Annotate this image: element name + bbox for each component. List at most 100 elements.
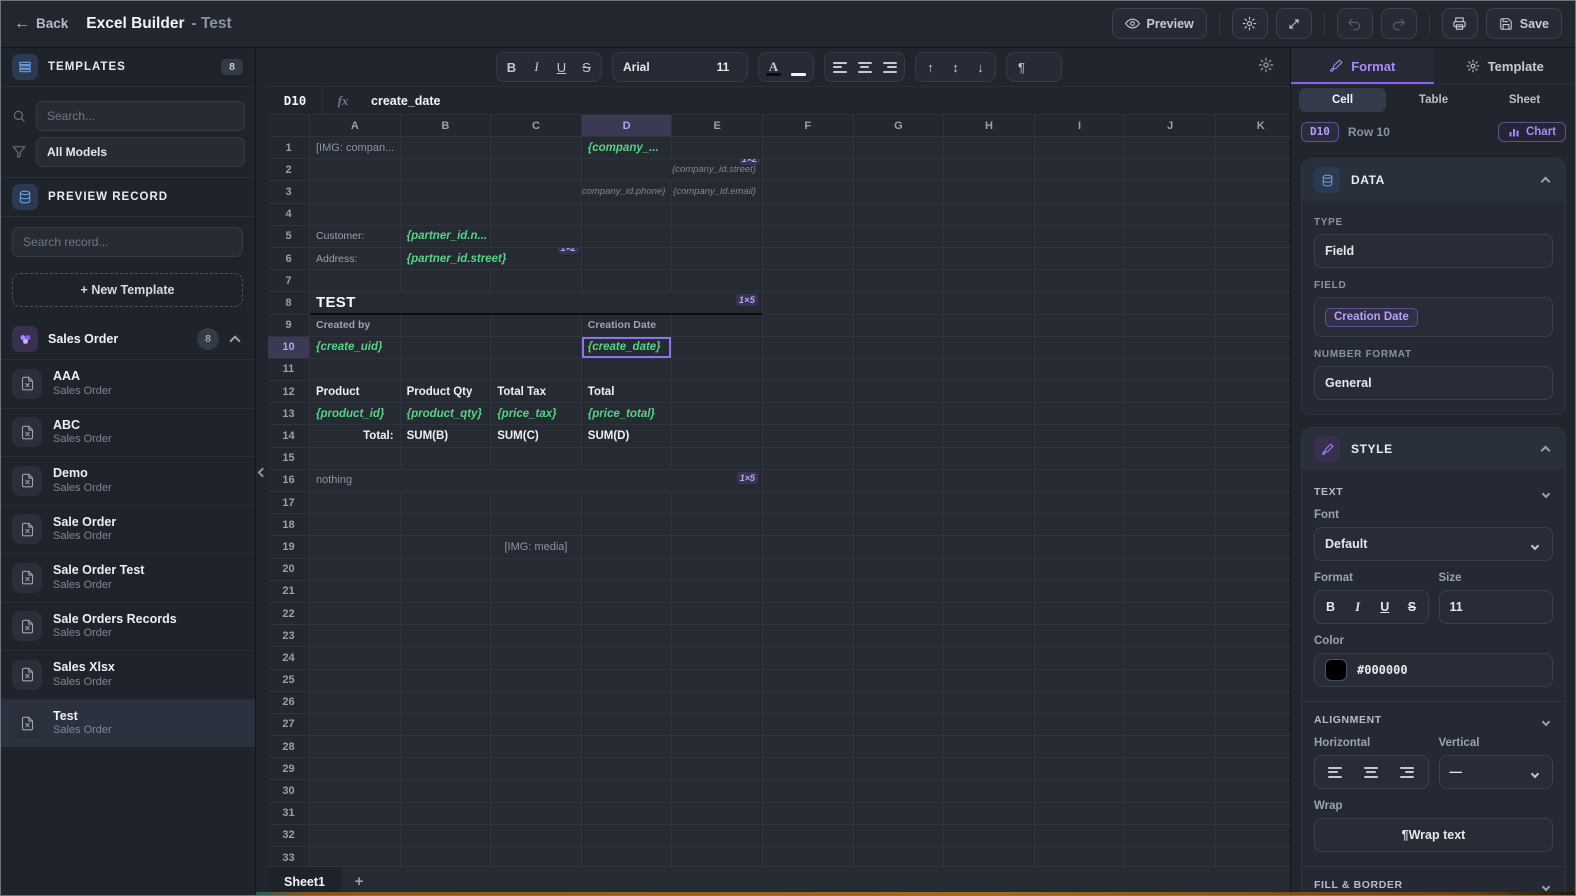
cell-F2[interactable] [762,159,854,182]
cell-E21[interactable] [672,580,763,603]
cell-B27[interactable] [400,713,492,737]
cell-G14[interactable] [853,425,945,448]
cell-E4[interactable] [672,203,763,226]
cell-D3[interactable]: {company_id.phone} [581,181,673,204]
cell-K14[interactable] [1215,425,1290,448]
cell-F10[interactable] [762,336,854,359]
cell-J12[interactable] [1125,381,1216,404]
cell-D26[interactable] [581,691,673,714]
cell-K10[interactable] [1215,336,1290,359]
cell-D11[interactable] [581,358,673,382]
column-header-G[interactable]: G [853,115,945,137]
row-header-19[interactable]: 19 [268,536,310,559]
cell-J33[interactable] [1125,847,1216,866]
cell-G2[interactable] [853,159,945,182]
cell-H31[interactable] [944,802,1035,825]
cell-E22[interactable] [672,602,763,626]
row-header-18[interactable]: 18 [268,514,310,537]
cell-H18[interactable] [944,514,1035,537]
cell-A33[interactable] [310,847,401,866]
cell-D33[interactable] [581,847,673,866]
cell-H20[interactable] [944,558,1035,581]
redo-button[interactable] [1380,8,1417,39]
cell-D15[interactable] [581,447,673,470]
cell-H28[interactable] [944,736,1035,759]
cell-D9[interactable]: Creation Date [581,314,673,337]
cell-B33[interactable] [400,847,492,866]
cell-E20[interactable] [672,558,763,581]
cell-E7[interactable] [672,270,763,293]
bold-button[interactable]: B [1317,593,1344,621]
cell-C32[interactable] [491,824,582,847]
cell-D13[interactable]: {price_total} [581,403,673,426]
cell-B7[interactable] [400,270,492,293]
cell-F3[interactable] [762,181,854,204]
cell-E5[interactable] [672,225,763,248]
cell-H24[interactable] [944,647,1035,670]
cell-D31[interactable] [581,802,673,825]
row-header-2[interactable]: 2 [268,159,310,182]
cell-C11[interactable] [491,358,582,382]
cell-C30[interactable] [491,780,582,803]
cell-H3[interactable] [944,181,1035,204]
print-button[interactable] [1441,8,1478,39]
cell-H19[interactable] [944,536,1035,559]
cell-G8[interactable] [853,292,945,315]
row-header-21[interactable]: 21 [268,580,310,603]
cell-A22[interactable] [310,602,401,626]
cell-G23[interactable] [853,625,945,648]
cell-C15[interactable] [491,447,582,470]
cell-K24[interactable] [1215,647,1290,670]
cell-K30[interactable] [1215,780,1290,803]
cell-K8[interactable] [1215,292,1290,315]
row-header-16[interactable]: 16 [268,469,310,492]
cell-K4[interactable] [1215,203,1290,226]
row-header-1[interactable]: 1 [268,137,310,160]
cell-A6[interactable]: Address: [310,247,401,271]
cell-I33[interactable] [1034,847,1126,866]
cell-H25[interactable] [944,669,1035,692]
cell-G16[interactable] [853,469,945,492]
cell-G32[interactable] [853,824,945,847]
cell-F30[interactable] [762,780,854,803]
cell-B2[interactable] [400,159,492,182]
cell-I30[interactable] [1034,780,1126,803]
cell-K28[interactable] [1215,736,1290,759]
cell-C5[interactable] [491,225,582,248]
cell-H12[interactable] [944,381,1035,404]
cell-I29[interactable] [1034,758,1126,781]
cell-F4[interactable] [762,203,854,226]
cell-H14[interactable] [944,425,1035,448]
cell-F19[interactable] [762,536,854,559]
cell-H15[interactable] [944,447,1035,470]
cell-D24[interactable] [581,647,673,670]
cell-A4[interactable] [310,203,401,226]
row-header-9[interactable]: 9 [268,314,310,337]
cell-K20[interactable] [1215,558,1290,581]
cell-A24[interactable] [310,647,401,670]
cell-K33[interactable] [1215,847,1290,866]
font-family-select[interactable]: Arial [615,60,701,74]
cell-J17[interactable] [1125,492,1216,515]
cell-I11[interactable] [1034,358,1126,382]
cell-H13[interactable] [944,403,1035,426]
cell-K26[interactable] [1215,691,1290,714]
cell-C3[interactable] [491,181,582,204]
style-section-header[interactable]: STYLE [1302,428,1565,470]
cell-G1[interactable] [853,137,945,160]
cell-A15[interactable] [310,447,401,470]
cell-B4[interactable] [400,203,492,226]
cell-C2[interactable] [491,159,582,182]
row-header-12[interactable]: 12 [268,381,310,404]
cell-A26[interactable] [310,691,401,714]
save-button[interactable]: Save [1485,8,1562,39]
cell-D25[interactable] [581,669,673,692]
cell-F20[interactable] [762,558,854,581]
cell-H17[interactable] [944,492,1035,515]
cell-B22[interactable] [400,602,492,626]
cell-H7[interactable] [944,270,1035,293]
cell-F21[interactable] [762,580,854,603]
cell-A28[interactable] [310,736,401,759]
cell-I6[interactable] [1034,247,1126,271]
cell-G6[interactable] [853,247,945,271]
